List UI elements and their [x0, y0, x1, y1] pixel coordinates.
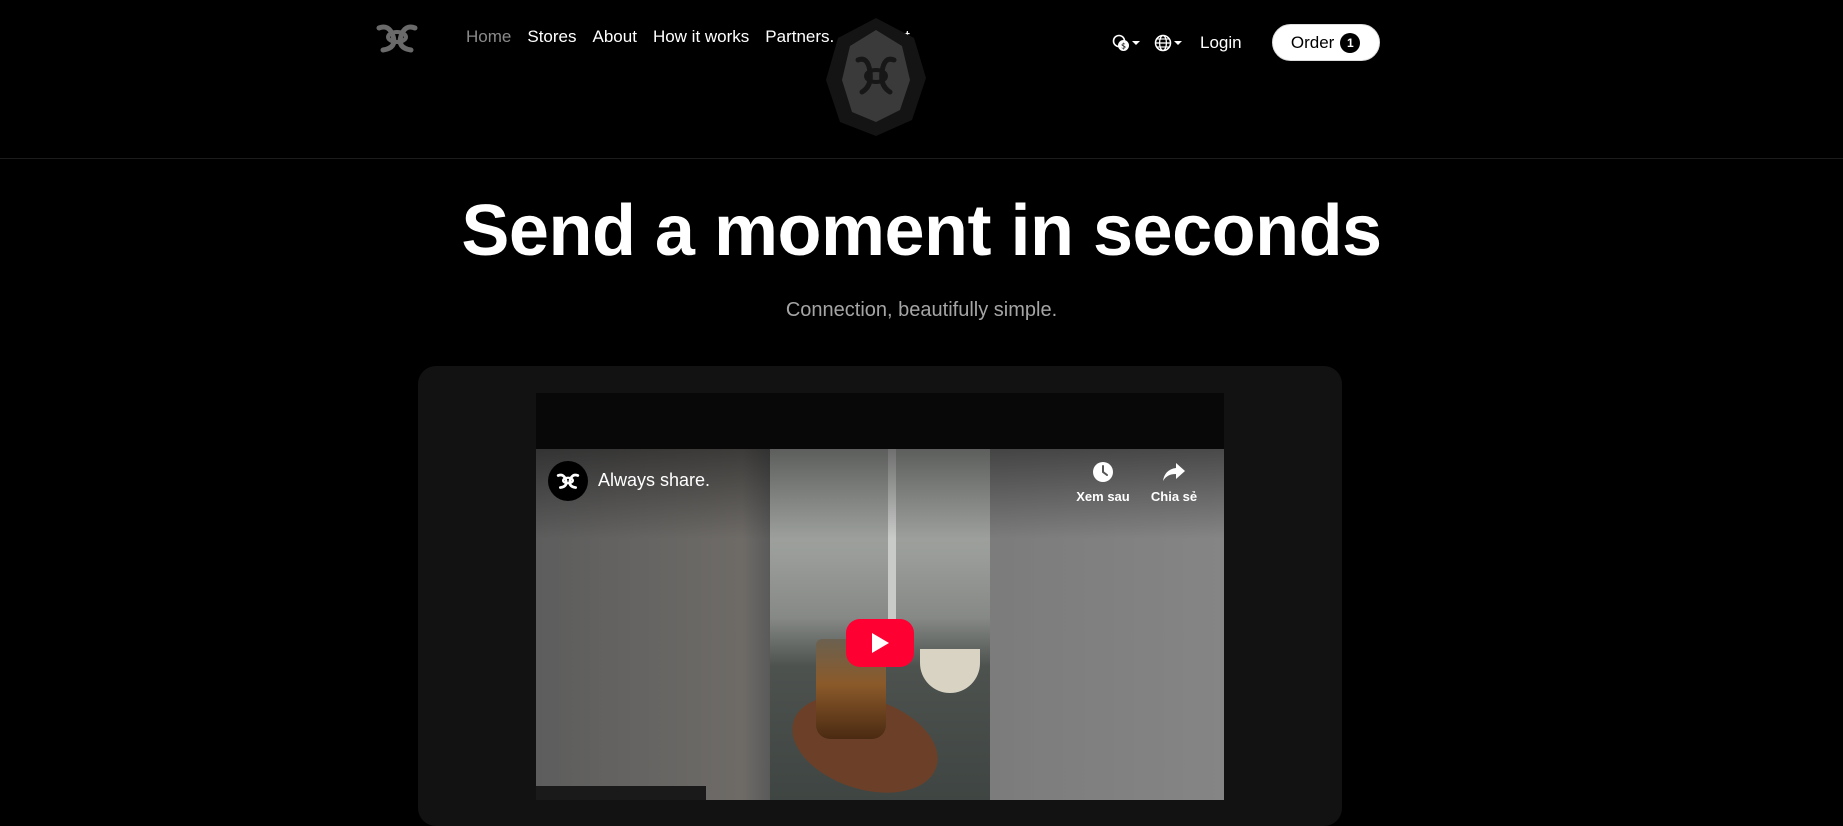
watch-later-label: Xem sau: [1076, 489, 1130, 504]
brand-logo-icon[interactable]: [375, 20, 419, 56]
channel-avatar[interactable]: [548, 461, 588, 501]
currency-icon: $: [1112, 34, 1129, 51]
order-button[interactable]: Order 1: [1271, 24, 1380, 61]
clock-icon: [1093, 462, 1113, 482]
header-tools: $ Login Order 1: [1112, 24, 1380, 61]
video-title[interactable]: Always share.: [598, 470, 710, 491]
nav-stores-link[interactable]: Stores: [527, 27, 576, 47]
share-label: Chia sẻ: [1150, 489, 1198, 504]
share-icon: [1163, 463, 1185, 481]
hero-title: Send a moment in seconds: [461, 191, 1382, 271]
player-letterbox: [536, 393, 1224, 449]
watch-later-button[interactable]: Xem sau: [1071, 461, 1135, 504]
play-button[interactable]: [846, 619, 914, 667]
hero-subtitle: Connection, beautifully simple.: [785, 299, 1058, 321]
brand-logo-icon: [556, 473, 580, 489]
nav-about-link[interactable]: About: [593, 27, 637, 47]
top-navbar: Home Stores About How it works Partners.…: [0, 0, 1843, 159]
globe-icon: [1154, 34, 1172, 51]
cart-count-badge: 1: [1340, 32, 1361, 53]
language-selector[interactable]: [1154, 34, 1182, 52]
currency-selector[interactable]: $: [1112, 34, 1140, 52]
youtube-player[interactable]: Always share. Xem sau Chia sẻ: [536, 449, 1224, 800]
brand-badge-icon: [826, 18, 926, 136]
player-bottom-bar: [536, 786, 706, 800]
share-button[interactable]: Chia sẻ: [1142, 461, 1206, 504]
chevron-down-icon: [1132, 40, 1140, 45]
svg-text:$: $: [1121, 41, 1126, 50]
nav-home-link[interactable]: Home: [466, 27, 511, 47]
chevron-down-icon: [1174, 40, 1182, 45]
login-link[interactable]: Login: [1200, 33, 1242, 53]
play-icon: [872, 633, 889, 653]
nav-how-it-works-link[interactable]: How it works: [653, 27, 749, 47]
order-button-label: Order: [1290, 32, 1335, 52]
